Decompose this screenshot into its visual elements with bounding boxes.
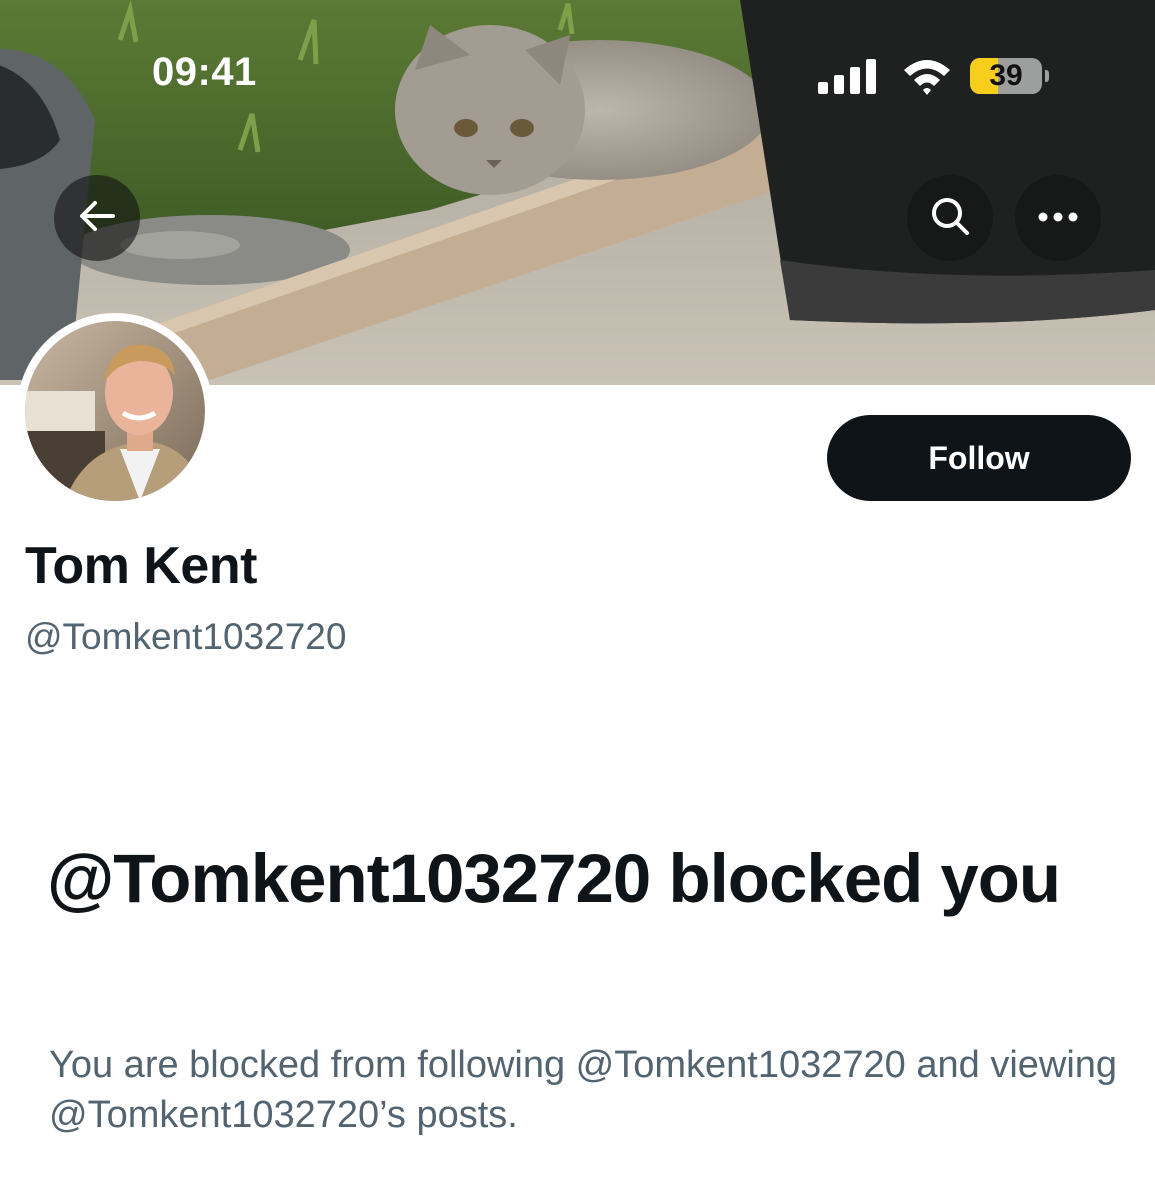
arrow-left-icon — [77, 198, 117, 239]
battery-level: 39 — [989, 59, 1023, 92]
status-bar-time: 09:41 — [152, 50, 257, 94]
back-button[interactable] — [54, 175, 140, 261]
profile-display-name: Tom Kent — [25, 537, 257, 595]
blocked-notice-description: You are blocked from following @Tomkent1… — [49, 1044, 1118, 1136]
profile-page: 09:41 39 Follow Tom Kent @Tomkent1032720… — [0, 0, 1155, 1200]
search-icon — [929, 195, 971, 242]
search-button[interactable] — [907, 175, 993, 261]
battery-indicator: 39 — [970, 58, 1049, 94]
profile-handle: @Tomkent1032720 — [25, 616, 347, 657]
blocked-notice-title: @Tomkent1032720 blocked you — [47, 840, 1061, 917]
profile-avatar[interactable] — [17, 313, 213, 509]
cellular-signal-icon — [818, 58, 880, 101]
follow-button[interactable]: Follow — [827, 415, 1131, 501]
wifi-icon — [902, 56, 952, 101]
more-horizontal-icon — [1038, 209, 1078, 227]
more-options-button[interactable] — [1015, 175, 1101, 261]
